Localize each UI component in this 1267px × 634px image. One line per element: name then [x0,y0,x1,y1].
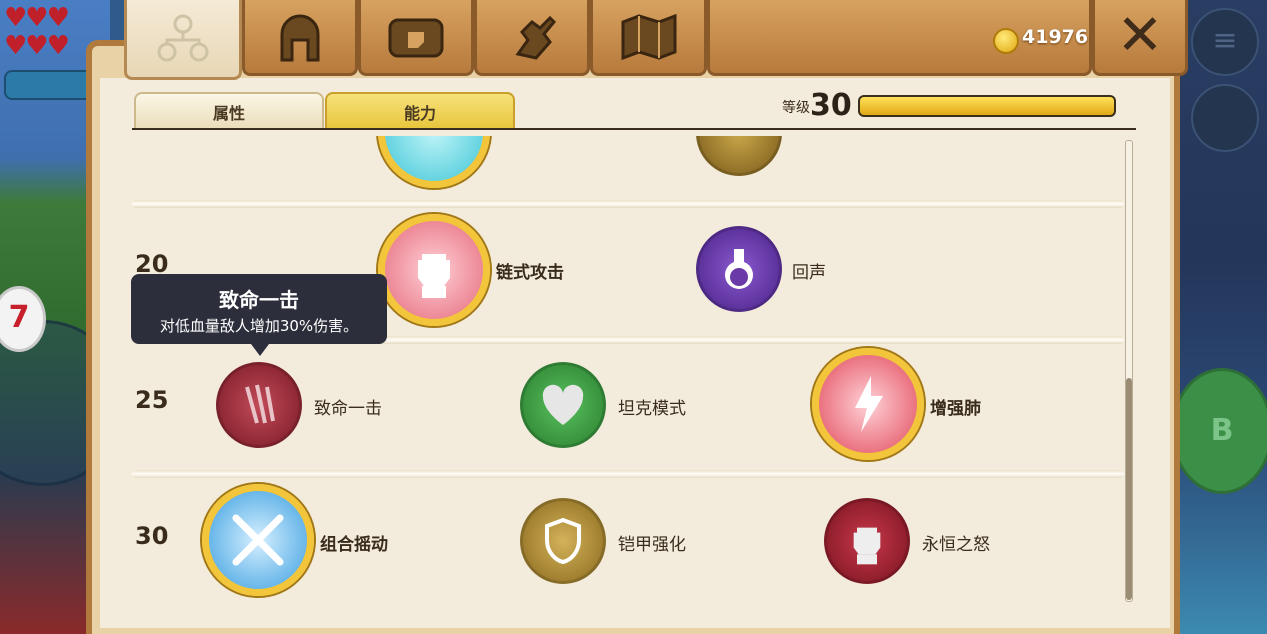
ability-name: 致命一击 [314,399,382,419]
health-hearts: ♥♥♥ ♥♥♥ [4,3,70,61]
header-divider [132,128,1136,130]
row-level: 25 [135,386,169,414]
tab-equipment[interactable] [242,0,358,76]
row-separator [132,200,1124,208]
chest-icon [388,18,444,57]
fist-icon [824,498,910,584]
crossed-swords-icon [202,484,314,596]
potion-icon [696,226,782,312]
tooltip-arrow [251,344,269,356]
ability-name: 永恒之怒 [922,535,990,555]
heart-icon [520,362,606,448]
tooltip-title: 致命一击 [219,288,299,312]
lightning-icon [812,348,924,460]
claw-icon [216,362,302,448]
secondary-hud-button[interactable] [1191,84,1259,152]
xp-progress-bar [858,95,1116,117]
gauntlet-icon [515,15,557,60]
tab-inventory[interactable] [358,0,474,76]
ability-tooltip: 致命一击 对低血量敌人增加30%伤害。 [131,274,387,356]
menu-icon[interactable]: ≡ [1191,8,1259,76]
ability-list[interactable]: 20 链式攻击 回声 25 致命一击 坦克模式 增强肺 30 组合摇动 铠甲强化… [132,136,1124,602]
level-label: 等级 [782,100,810,116]
shield-icon [696,136,782,176]
row-level: 30 [135,522,169,550]
top-tab-bar: 41976 ✕ [80,0,1188,80]
tooltip-description: 对低血量敌人增加30%伤害。 [159,317,359,335]
currency-display: 41976 [707,0,1092,76]
level-value: 30 [810,88,852,123]
ability-name: 组合摇动 [320,535,388,555]
fist-icon [378,214,490,326]
ability-name: 坦克模式 [618,399,686,419]
coin-icon [993,28,1019,54]
helmet-icon [280,14,320,61]
subtab-attributes[interactable]: 属性 [134,92,324,130]
tab-skill-tree[interactable] [124,0,242,80]
row-separator [132,470,1124,478]
map-icon [621,13,676,60]
scrollbar-thumb[interactable] [1126,378,1132,600]
tab-map[interactable] [590,0,707,76]
tab-crafting[interactable] [474,0,590,76]
ability-name: 链式攻击 [496,263,564,283]
ability-name: 回声 [792,263,826,283]
ability-name: 增强肺 [930,399,981,419]
ability-name: 铠甲强化 [618,535,686,555]
close-button[interactable]: ✕ [1092,0,1188,76]
subtab-abilities[interactable]: 能力 [325,92,515,130]
b-action-button[interactable]: B [1171,368,1267,494]
ring-icon [378,136,490,188]
xp-progress-fill [860,97,1114,115]
skill-tree-icon [157,14,209,61]
coin-count: 41976 [1022,26,1089,48]
shield-icon [520,498,606,584]
